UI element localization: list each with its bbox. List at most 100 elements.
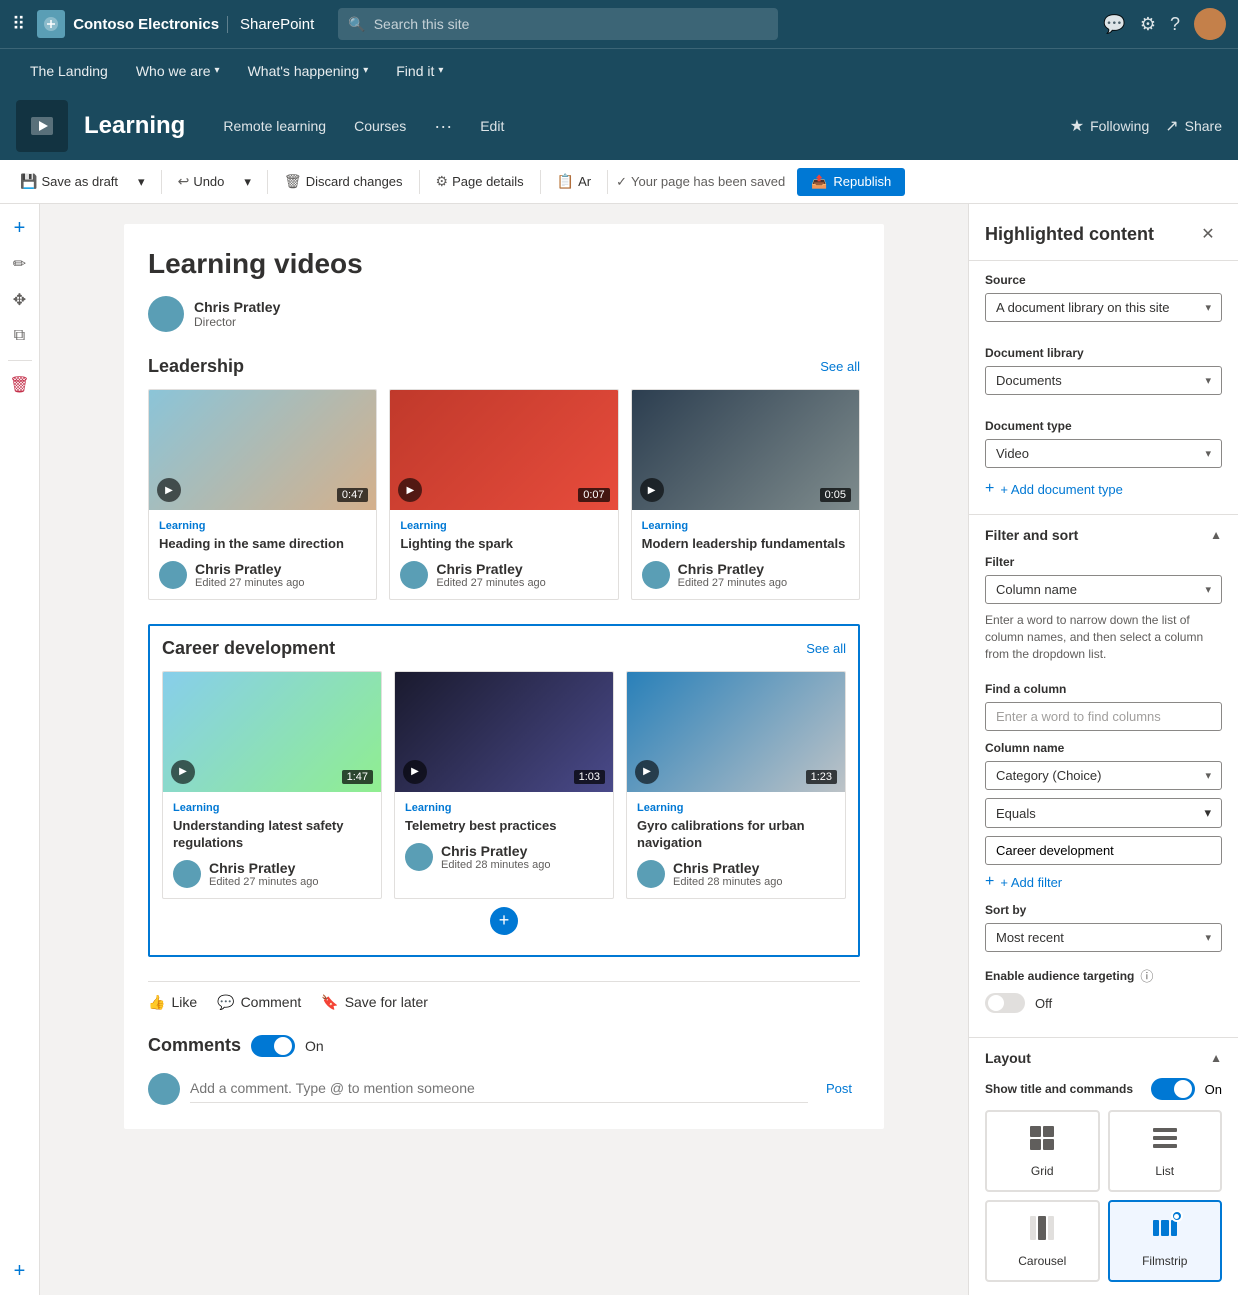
discard-button[interactable]: 🗑 Discard changes	[276, 169, 411, 194]
dropdown-undo-button[interactable]: ▾	[236, 170, 259, 194]
play-button-3[interactable]: ▶	[640, 478, 664, 502]
move-tool-button[interactable]: ✥	[4, 284, 36, 316]
show-title-label: Show title and commands	[985, 1082, 1141, 1096]
filter-sort-header[interactable]: Filter and sort ▲	[969, 515, 1238, 555]
copy-tool-button[interactable]: ⧉	[4, 320, 36, 352]
equals-dropdown[interactable]: Equals ▾	[985, 798, 1222, 828]
column-name-dropdown[interactable]: Category (Choice) ▾	[985, 761, 1222, 790]
layout-option-carousel[interactable]: Carousel	[985, 1200, 1100, 1282]
filter-dropdown[interactable]: Column name ▾	[985, 575, 1222, 604]
avatar[interactable]	[1194, 8, 1226, 40]
nav-item-who[interactable]: Who we are ▾	[122, 49, 234, 93]
chat-icon[interactable]: 💬	[1103, 14, 1125, 35]
undo-icon: ↩	[178, 173, 190, 190]
play-button-1[interactable]: ▶	[157, 478, 181, 502]
layout-header[interactable]: Layout ▲	[969, 1038, 1238, 1078]
main-layout: + ✏ ✥ ⧉ 🗑 + Learning videos Chris Pratle…	[0, 204, 1238, 1295]
doc-library-chevron-icon: ▾	[1205, 374, 1211, 387]
show-title-toggle[interactable]	[1151, 1078, 1195, 1100]
equals-value: Equals	[996, 806, 1036, 821]
leadership-see-all[interactable]: See all	[820, 359, 860, 374]
play-button-2[interactable]: ▶	[398, 478, 422, 502]
layout-option-grid[interactable]: Grid	[985, 1110, 1100, 1192]
waffle-icon[interactable]: ⠿	[12, 14, 25, 35]
add-section-top-button[interactable]: +	[4, 212, 36, 244]
video-card-1[interactable]: ▶ 0:47 Learning Heading in the same dire…	[148, 389, 377, 600]
following-button[interactable]: ★ Following	[1070, 116, 1149, 136]
like-button[interactable]: 👍 Like	[148, 994, 197, 1011]
add-filter-button[interactable]: + + Add filter	[985, 865, 1222, 899]
discard-icon: 🗑	[284, 173, 302, 190]
page-details-button[interactable]: ⚙ Page details	[428, 169, 532, 194]
page-nav-remote[interactable]: Remote learning	[209, 100, 340, 152]
save-draft-button[interactable]: 💾 Save as draft	[12, 169, 126, 194]
settings-icon[interactable]: ⚙	[1140, 14, 1156, 35]
search-box[interactable]: 🔍	[338, 8, 778, 40]
career-see-all[interactable]: See all	[806, 641, 846, 656]
video-card-4[interactable]: ▶ 1:47 Learning Understanding latest saf…	[162, 671, 382, 899]
video-card-3[interactable]: ▶ 0:05 Learning Modern leadership fundam…	[631, 389, 860, 600]
add-filter-icon: +	[985, 873, 994, 891]
share-button[interactable]: ↗ Share	[1165, 116, 1222, 136]
ar-icon: 📋	[557, 173, 574, 190]
audience-toggle-switch[interactable]	[985, 993, 1025, 1013]
nav-item-find[interactable]: Find it ▾	[382, 49, 457, 93]
video-card-6[interactable]: ▶ 1:23 Learning Gyro calibrations for ur…	[626, 671, 846, 899]
video-info-4: Learning Understanding latest safety reg…	[163, 792, 381, 898]
filter-value-input[interactable]	[985, 836, 1222, 865]
play-button-5[interactable]: ▶	[403, 760, 427, 784]
post-comment-button[interactable]: Post	[818, 1077, 860, 1100]
add-item-button[interactable]: +	[490, 907, 518, 935]
save-icon: 💾	[20, 173, 37, 190]
page-nav-more[interactable]: ···	[420, 100, 466, 152]
filter-sort-collapse-icon: ▲	[1210, 528, 1222, 542]
layout-option-filmstrip[interactable]: Filmstrip	[1108, 1200, 1223, 1282]
details-icon: ⚙	[436, 173, 449, 190]
undo-button[interactable]: ↩ Undo	[170, 169, 233, 194]
layout-title: Layout	[985, 1050, 1031, 1066]
document-library-label: Document library	[985, 346, 1222, 360]
help-icon[interactable]: ?	[1170, 14, 1180, 35]
ar-button[interactable]: 📋 Ar	[549, 169, 599, 194]
video-category-2: Learning	[400, 520, 607, 532]
find-column-input[interactable]	[985, 702, 1222, 731]
video-card-2[interactable]: ▶ 0:07 Learning Lighting the spark Chris…	[389, 389, 618, 600]
add-filter-label: + Add filter	[1000, 875, 1062, 890]
search-input[interactable]	[374, 16, 769, 32]
page-nav-edit[interactable]: Edit	[466, 100, 518, 152]
document-library-dropdown[interactable]: Documents ▾	[985, 366, 1222, 395]
panel-close-button[interactable]: ✕	[1194, 220, 1222, 248]
comments-toggle-switch[interactable]	[251, 1035, 295, 1057]
delete-tool-button[interactable]: 🗑	[4, 369, 36, 401]
page-nav-courses[interactable]: Courses	[340, 100, 420, 152]
add-section-bottom-button[interactable]: +	[4, 1255, 36, 1287]
video-card-5[interactable]: ▶ 1:03 Learning Telemetry best practices…	[394, 671, 614, 899]
document-type-dropdown[interactable]: Video ▾	[985, 439, 1222, 468]
comment-button[interactable]: 💬 Comment	[217, 994, 301, 1011]
play-button-4[interactable]: ▶	[171, 760, 195, 784]
duration-6: 1:23	[806, 770, 837, 784]
sort-by-dropdown[interactable]: Most recent ▾	[985, 923, 1222, 952]
edit-tool-button[interactable]: ✏	[4, 248, 36, 280]
nav-item-landing[interactable]: The Landing	[16, 49, 122, 93]
career-section: Career development See all ▶ 1:47 Learni…	[148, 624, 860, 957]
play-button-6[interactable]: ▶	[635, 760, 659, 784]
video-author-6: Chris Pratley	[673, 860, 782, 876]
dropdown-save-button[interactable]: ▾	[130, 170, 153, 194]
top-nav-actions: 💬 ⚙ ?	[1103, 8, 1226, 40]
video-info-6: Learning Gyro calibrations for urban nav…	[627, 792, 845, 898]
republish-button[interactable]: 📤 Republish	[797, 168, 905, 196]
video-title-6: Gyro calibrations for urban navigation	[637, 818, 835, 852]
layout-collapse-icon: ▲	[1210, 1051, 1222, 1065]
comment-input[interactable]	[190, 1074, 808, 1103]
layout-option-list[interactable]: List	[1108, 1110, 1223, 1192]
add-document-type-button[interactable]: + + Add document type	[985, 476, 1222, 502]
save-later-button[interactable]: 🔖 Save for later	[321, 994, 428, 1011]
source-dropdown[interactable]: A document library on this site ▾	[985, 293, 1222, 322]
video-author-4: Chris Pratley	[209, 860, 318, 876]
nav-item-happening[interactable]: What's happening ▾	[234, 49, 383, 93]
page-header: Learning Remote learning Courses ··· Edi…	[0, 92, 1238, 160]
video-title-4: Understanding latest safety regulations	[173, 818, 371, 852]
video-meta-avatar-1	[159, 561, 187, 589]
video-author-2: Chris Pratley	[436, 561, 545, 577]
